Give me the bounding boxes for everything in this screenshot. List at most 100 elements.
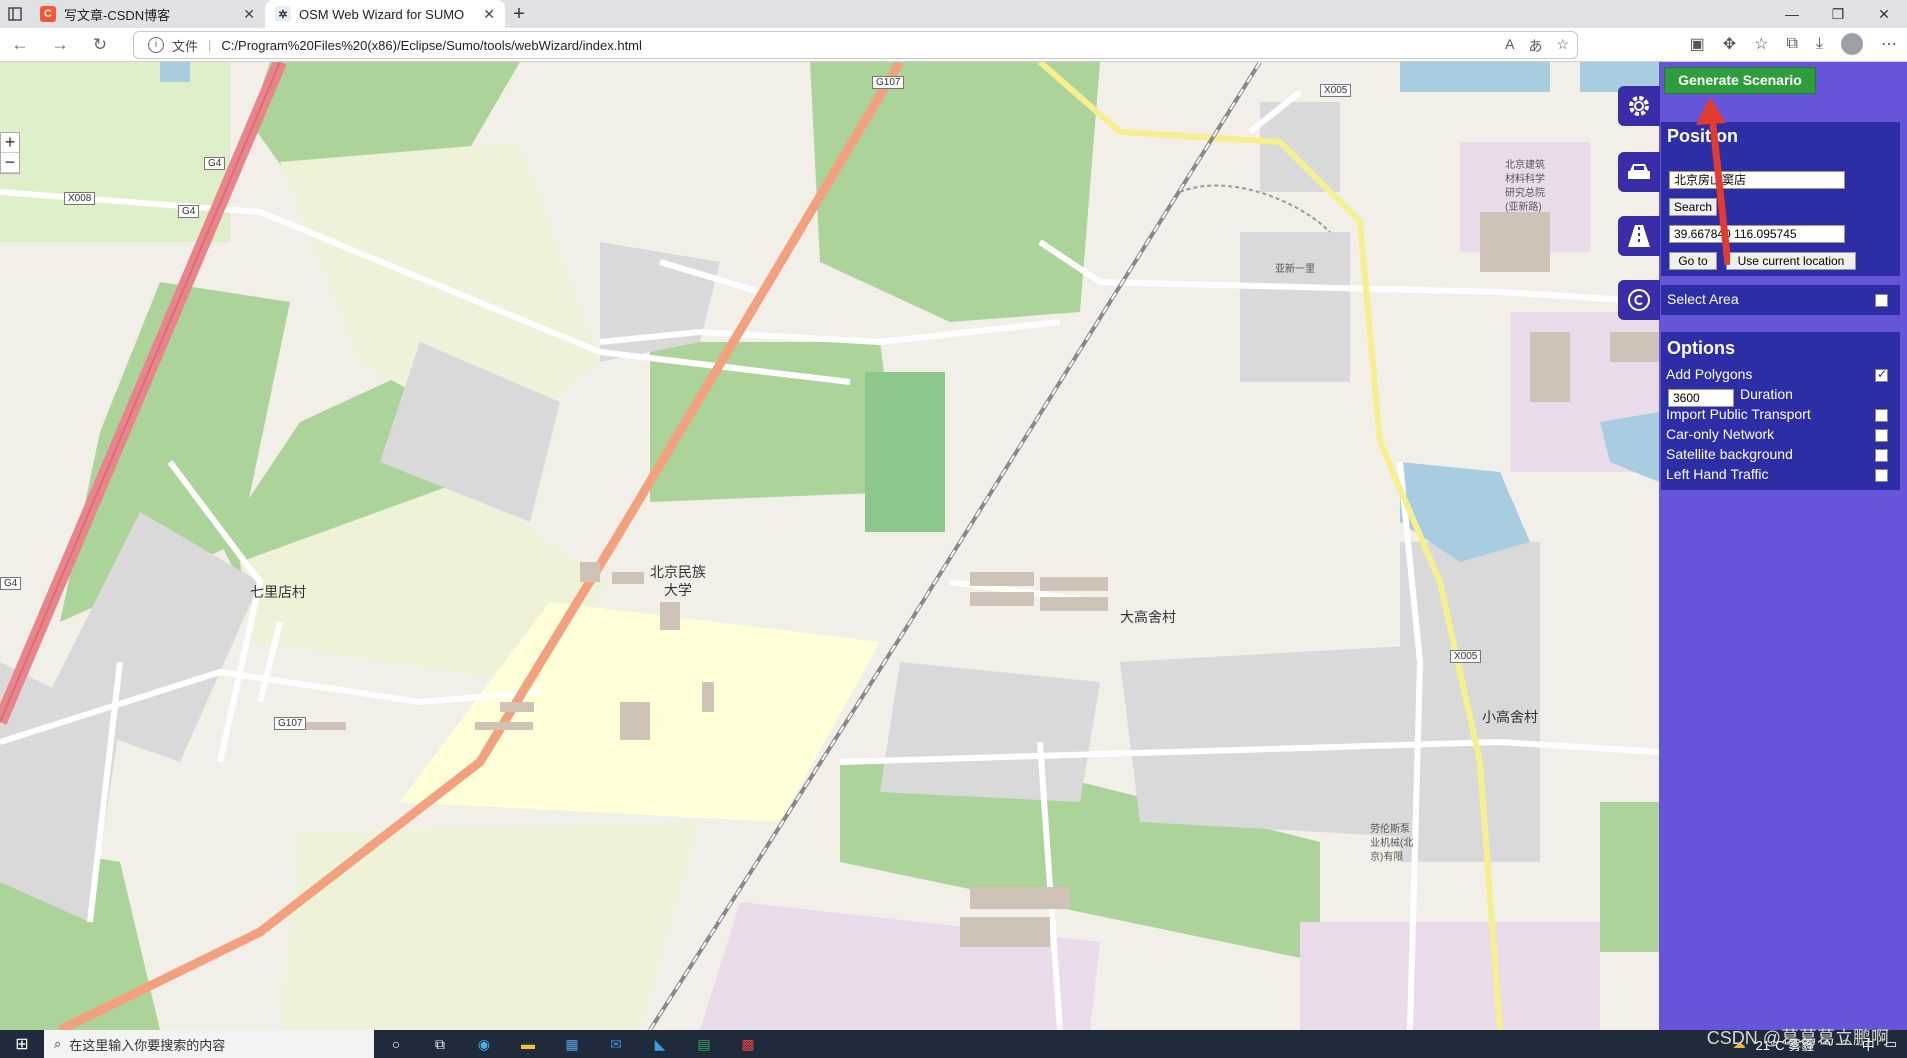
sumo-app-icon[interactable]: ▩: [726, 1030, 770, 1058]
translate-icon[interactable]: あ: [1528, 36, 1542, 56]
new-tab-button[interactable]: +: [505, 3, 533, 26]
map-label-company-1: 劳伦斯泵: [1370, 824, 1410, 835]
extensions-icon[interactable]: ✥: [1723, 34, 1736, 54]
map-label-university: 北京民族: [650, 564, 706, 580]
map-label-xiaogaoshe: 小高舍村: [1482, 709, 1538, 725]
csdn-watermark: CSDN @葛葛葛立鹏啊: [1706, 1028, 1889, 1048]
left-hand-label: Left Hand Traffic: [1666, 466, 1769, 482]
tab-osm-wizard[interactable]: ✲ OSM Web Wizard for SUMO ✕: [265, 0, 505, 28]
browser-toolbar: ← → ↻ i 文件 | C:/Program%20Files%20(x86)/…: [0, 28, 1907, 62]
split-screen-icon[interactable]: ▣: [1690, 34, 1705, 54]
forward-icon[interactable]: →: [40, 35, 80, 55]
minimize-button[interactable]: —: [1769, 0, 1815, 28]
roadtypes-tab[interactable]: [1618, 216, 1660, 256]
excel-icon[interactable]: ▤: [682, 1030, 726, 1058]
gear-icon: [1629, 96, 1649, 116]
vscode-icon[interactable]: ◣: [638, 1030, 682, 1058]
duration-input[interactable]: 3600: [1668, 389, 1734, 407]
road-shield-g107-2: G107: [274, 717, 307, 730]
car-icon: [1628, 164, 1650, 179]
map-label-institute-4: (亚新路): [1505, 202, 1542, 213]
map-label-yaxin: 亚新一里: [1275, 264, 1315, 275]
file-explorer-icon[interactable]: ▬: [506, 1030, 550, 1058]
zoom-control: + −: [0, 132, 20, 174]
select-area-checkbox[interactable]: [1875, 294, 1888, 307]
tab-strip: C 写文章-CSDN博客 ✕ ✲ OSM Web Wizard for SUMO…: [0, 0, 1907, 28]
left-hand-checkbox[interactable]: [1875, 469, 1888, 482]
car-only-checkbox[interactable]: [1875, 429, 1888, 442]
more-menu-icon[interactable]: ⋯: [1881, 34, 1897, 54]
road-shield-x005-2: X005: [1450, 650, 1482, 663]
favorites-icon[interactable]: ☆: [1754, 34, 1768, 54]
close-tab-icon[interactable]: ✕: [483, 6, 495, 23]
taskbar-search-placeholder: 在这里输入你要搜索的内容: [69, 1037, 226, 1053]
add-polygons-label: Add Polygons: [1666, 366, 1753, 382]
satellite-checkbox[interactable]: [1875, 449, 1888, 462]
vehicles-tab[interactable]: [1618, 152, 1660, 192]
csdn-icon: C: [40, 6, 56, 22]
refresh-icon[interactable]: ↻: [80, 35, 120, 55]
zoom-in-button[interactable]: +: [1, 133, 19, 153]
use-current-location-button[interactable]: Use current location: [1726, 252, 1856, 270]
search-icon: ⌕: [54, 1036, 62, 1051]
back-icon[interactable]: ←: [0, 35, 40, 55]
map-label-institute-1: 北京建筑: [1505, 160, 1545, 171]
tab-label: 写文章-CSDN博客: [64, 7, 171, 23]
sumo-icon: ✲: [275, 6, 291, 22]
map-label-institute-3: 研究总院: [1505, 188, 1545, 199]
tab-label: OSM Web Wizard for SUMO: [299, 6, 465, 22]
file-label: 文件: [172, 38, 199, 54]
profile-avatar[interactable]: [1841, 33, 1863, 55]
road-shield-x008: X008: [64, 192, 96, 205]
options-title: Options: [1667, 338, 1735, 358]
tab-csdn[interactable]: C 写文章-CSDN博客 ✕: [30, 0, 265, 28]
map-label-qilidian: 七里店村: [250, 584, 306, 600]
info-icon[interactable]: i: [148, 37, 164, 53]
read-aloud-icon[interactable]: A: [1505, 36, 1514, 56]
public-transport-checkbox[interactable]: [1875, 409, 1888, 422]
task-view-icon[interactable]: ⧉: [418, 1030, 462, 1058]
car-only-label: Car-only Network: [1666, 426, 1775, 442]
public-transport-label: Import Public Transport: [1666, 406, 1811, 422]
windows-taskbar: ⊞ ⌕ 在这里输入你要搜索的内容 ○ ⧉ ◉ ▬ ▦ ✉ ◣ ▤ ▩ ☁ 21°…: [0, 1030, 1907, 1058]
select-area-label: Select Area: [1667, 291, 1739, 307]
generate-scenario-button[interactable]: Generate Scenario: [1664, 67, 1816, 94]
road-shield-g4-3: G4: [0, 577, 22, 590]
cortana-icon[interactable]: ○: [374, 1030, 418, 1058]
annotation-arrow: [1696, 97, 1730, 266]
osm-map[interactable]: + − 北京民族 大学 七里店村 大高舍村 小高舍村 亚新一里 北京建筑 材料科…: [0, 62, 1659, 1030]
road-shield-x005: X005: [1320, 84, 1352, 97]
url-text[interactable]: C:/Program%20Files%20(x86)/Eclipse/Sumo/…: [221, 38, 642, 53]
map-canvas[interactable]: [0, 62, 1659, 1030]
map-label-company-2: 业机械(北: [1370, 838, 1414, 849]
map-label-institute-2: 材料科学: [1505, 174, 1545, 185]
select-area-box: Select Area: [1661, 285, 1900, 315]
downloads-icon[interactable]: ⤓: [1816, 35, 1823, 53]
satellite-label: Satellite background: [1666, 446, 1793, 462]
map-label-dagaoshe: 大高舍村: [1120, 609, 1176, 625]
favorite-star-icon[interactable]: ☆: [1556, 36, 1569, 56]
collections-icon[interactable]: ⧉: [1786, 35, 1797, 53]
close-window-button[interactable]: ✕: [1861, 0, 1907, 28]
mail-icon[interactable]: ✉: [594, 1030, 638, 1058]
store-icon[interactable]: ▦: [550, 1030, 594, 1058]
maximize-button[interactable]: ❐: [1815, 0, 1861, 28]
settings-tab[interactable]: [1618, 86, 1660, 126]
windows-start-icon[interactable]: ⊞: [0, 1034, 44, 1054]
taskbar-search[interactable]: ⌕ 在这里输入你要搜索的内容: [44, 1030, 374, 1058]
road-shield-g4: G4: [204, 157, 226, 170]
address-bar[interactable]: i 文件 | C:/Program%20Files%20(x86)/Eclips…: [133, 31, 1578, 59]
zoom-out-button[interactable]: −: [1, 153, 19, 173]
sidebar-toggle-icon[interactable]: [0, 0, 30, 28]
copyright-icon: [1628, 289, 1650, 311]
road-icon: [1628, 225, 1650, 247]
close-tab-icon[interactable]: ✕: [243, 6, 255, 23]
map-label-company-3: 京)有限: [1370, 852, 1404, 863]
add-polygons-checkbox[interactable]: [1875, 367, 1888, 382]
edge-icon[interactable]: ◉: [462, 1030, 506, 1058]
copyright-tab[interactable]: [1618, 280, 1660, 320]
road-shield-g4-2: G4: [178, 205, 200, 218]
road-shield-g107: G107: [872, 76, 905, 89]
duration-label: Duration: [1740, 386, 1793, 402]
map-label-university-2: 大学: [664, 582, 692, 598]
